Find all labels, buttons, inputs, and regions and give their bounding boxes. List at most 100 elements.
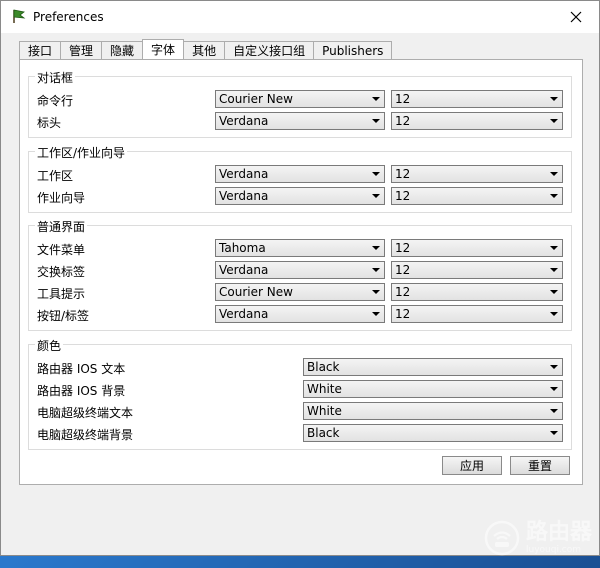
- title-bar[interactable]: Preferences: [1, 1, 599, 33]
- tab-strip: 接口 管理 隐藏 字体 其他 自定义接口组 Publishers: [19, 39, 393, 60]
- font-select-buttons-labels[interactable]: Verdana: [215, 305, 385, 323]
- row-tooltips: 工具提示 Courier New 12: [29, 283, 571, 301]
- row-buttons-labels: 按钮/标签 Verdana 12: [29, 305, 571, 323]
- row-swap-tabs: 交换标签 Verdana 12: [29, 261, 571, 279]
- dropdown-arrow-icon: [372, 246, 380, 250]
- color-select-pc-terminal-background[interactable]: Black: [303, 424, 563, 442]
- group-title-dialog: 对话框: [35, 69, 76, 86]
- preferences-window: Preferences 接口 管理 隐藏 字体 其他 自定义接口组 Publis…: [0, 0, 600, 556]
- watermark-url: luyouqi.com: [525, 545, 582, 555]
- select-value: Black: [307, 360, 340, 374]
- font-select-job-wizard[interactable]: Verdana: [215, 187, 385, 205]
- row-label: 标头: [37, 116, 62, 130]
- select-value: 12: [395, 307, 411, 321]
- group-dialog: 对话框 命令行 Courier New 12 标头 Verdana 12: [28, 69, 572, 138]
- row-label: 作业向导: [37, 191, 86, 205]
- dropdown-arrow-icon: [372, 290, 380, 294]
- font-select-command-line[interactable]: Courier New: [215, 90, 385, 108]
- fonts-panel: 对话框 命令行 Courier New 12 标头 Verdana 12 工作区…: [19, 59, 583, 485]
- group-title-colors: 颜色: [35, 337, 64, 354]
- dropdown-arrow-icon: [550, 290, 558, 294]
- tab-fonts[interactable]: 字体: [142, 39, 185, 59]
- row-pc-terminal-text: 电脑超级终端文本 White: [29, 402, 571, 420]
- tab-management[interactable]: 管理: [60, 41, 103, 59]
- select-value: Courier New: [219, 92, 293, 106]
- size-select-buttons-labels[interactable]: 12: [391, 305, 563, 323]
- size-select-swap-tabs[interactable]: 12: [391, 261, 563, 279]
- tab-hidden[interactable]: 隐藏: [101, 41, 144, 59]
- apply-button[interactable]: 应用: [442, 456, 502, 475]
- dropdown-arrow-icon: [550, 172, 558, 176]
- tab-custom-interface-group[interactable]: 自定义接口组: [224, 41, 315, 59]
- dropdown-arrow-icon: [550, 268, 558, 272]
- row-pc-terminal-background: 电脑超级终端背景 Black: [29, 424, 571, 442]
- font-select-header[interactable]: Verdana: [215, 112, 385, 130]
- select-value: Verdana: [219, 114, 269, 128]
- app-icon: [13, 9, 26, 23]
- watermark-text: 路由器 luyouqi.com: [525, 520, 592, 556]
- select-value: 12: [395, 263, 411, 277]
- dropdown-arrow-icon: [550, 409, 558, 413]
- tab-publishers[interactable]: Publishers: [313, 41, 393, 59]
- row-file-menu: 文件菜单 Tahoma 12: [29, 239, 571, 257]
- size-select-file-menu[interactable]: 12: [391, 239, 563, 257]
- select-value: 12: [395, 189, 411, 203]
- close-icon: [570, 11, 582, 23]
- size-select-workspace[interactable]: 12: [391, 165, 563, 183]
- row-label: 路由器 IOS 背景: [37, 384, 126, 398]
- color-select-pc-terminal-text[interactable]: White: [303, 402, 563, 420]
- row-header: 标头 Verdana 12: [29, 112, 571, 130]
- dropdown-arrow-icon: [372, 194, 380, 198]
- group-general-interface: 普通界面 文件菜单 Tahoma 12 交换标签 Verdana 12 工具提示…: [28, 218, 572, 331]
- router-logo-icon: [484, 520, 520, 556]
- dropdown-arrow-icon: [550, 431, 558, 435]
- dropdown-arrow-icon: [550, 312, 558, 316]
- tab-other[interactable]: 其他: [183, 41, 226, 59]
- font-select-tooltips[interactable]: Courier New: [215, 283, 385, 301]
- row-label: 工具提示: [37, 287, 86, 301]
- dropdown-arrow-icon: [550, 387, 558, 391]
- select-value: 12: [395, 285, 411, 299]
- font-select-workspace[interactable]: Verdana: [215, 165, 385, 183]
- font-select-swap-tabs[interactable]: Verdana: [215, 261, 385, 279]
- color-select-router-ios-text[interactable]: Black: [303, 358, 563, 376]
- select-value: 12: [395, 167, 411, 181]
- row-label: 命令行: [37, 94, 74, 108]
- row-label: 工作区: [37, 169, 74, 183]
- size-select-job-wizard[interactable]: 12: [391, 187, 563, 205]
- select-value: Tahoma: [219, 241, 266, 255]
- font-select-file-menu[interactable]: Tahoma: [215, 239, 385, 257]
- color-select-router-ios-background[interactable]: White: [303, 380, 563, 398]
- select-value: Courier New: [219, 285, 293, 299]
- size-select-tooltips[interactable]: 12: [391, 283, 563, 301]
- select-value: Verdana: [219, 167, 269, 181]
- group-workspace: 工作区/作业向导 工作区 Verdana 12 作业向导 Verdana 12: [28, 144, 572, 213]
- group-colors: 颜色 路由器 IOS 文本 Black 路由器 IOS 背景 White 电脑超…: [28, 337, 572, 450]
- select-value: 12: [395, 114, 411, 128]
- select-value: Verdana: [219, 307, 269, 321]
- row-label: 电脑超级终端文本: [37, 406, 134, 420]
- close-button[interactable]: [553, 1, 599, 33]
- dropdown-arrow-icon: [550, 365, 558, 369]
- select-value: White: [307, 382, 342, 396]
- dropdown-arrow-icon: [550, 119, 558, 123]
- row-label: 路由器 IOS 文本: [37, 362, 126, 376]
- size-select-command-line[interactable]: 12: [391, 90, 563, 108]
- select-value: White: [307, 404, 342, 418]
- select-value: Verdana: [219, 189, 269, 203]
- watermark-brand: 路由器: [525, 520, 592, 545]
- size-select-header[interactable]: 12: [391, 112, 563, 130]
- window-title: Preferences: [33, 10, 104, 24]
- dropdown-arrow-icon: [550, 97, 558, 101]
- row-command-line: 命令行 Courier New 12: [29, 90, 571, 108]
- tab-interface[interactable]: 接口: [19, 41, 62, 59]
- row-router-ios-text: 路由器 IOS 文本 Black: [29, 358, 571, 376]
- dropdown-arrow-icon: [372, 268, 380, 272]
- dropdown-arrow-icon: [550, 194, 558, 198]
- reset-button[interactable]: 重置: [510, 456, 570, 475]
- dropdown-arrow-icon: [372, 97, 380, 101]
- watermark: 路由器 luyouqi.com: [484, 520, 592, 556]
- select-value: 12: [395, 241, 411, 255]
- row-workspace: 工作区 Verdana 12: [29, 165, 571, 183]
- group-title-workspace: 工作区/作业向导: [35, 144, 128, 161]
